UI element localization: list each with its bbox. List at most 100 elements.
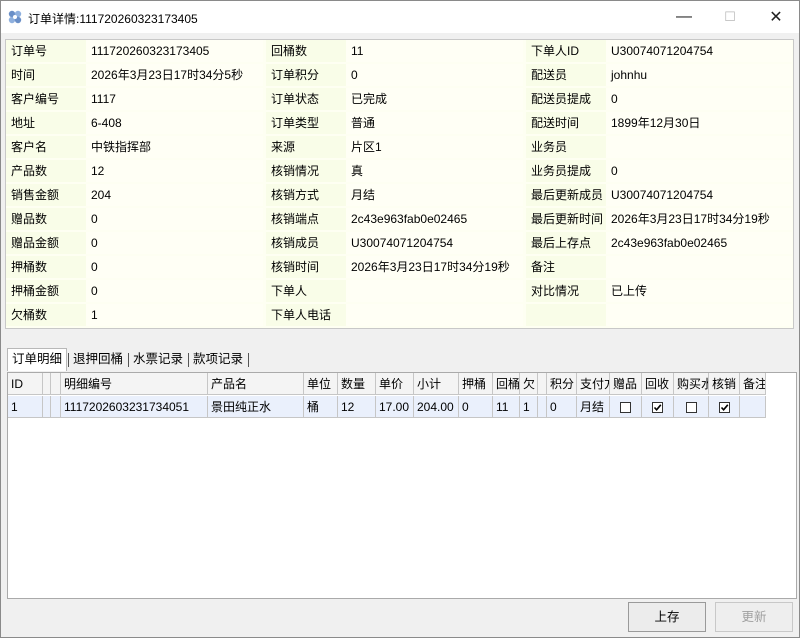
info-row: 赠品金额 0 核销成员 U30074071204754 最后上存点 2c43e963fab… bbox=[6, 232, 793, 254]
grid-column-header[interactable]: 单位 bbox=[304, 373, 338, 395]
grid-column-header[interactable] bbox=[51, 373, 61, 395]
info-row: 客户编号 1117 订单状态 已完成 配送员提成 0 bbox=[6, 88, 793, 110]
info-label: 赠品金额 bbox=[6, 232, 86, 254]
info-value: 2026年3月23日17时34分19秒 bbox=[606, 208, 792, 230]
grid-cell[interactable]: 月结 bbox=[577, 396, 610, 418]
grid-column-header[interactable] bbox=[43, 373, 51, 395]
grid-cell[interactable] bbox=[709, 396, 740, 418]
grid-cell[interactable]: 0 bbox=[547, 396, 577, 418]
grid-column-header[interactable] bbox=[538, 373, 547, 395]
grid-cell[interactable] bbox=[610, 396, 642, 418]
info-label: 核销成员 bbox=[266, 232, 346, 254]
grid-column-header[interactable]: ID bbox=[8, 373, 43, 395]
grid-column-header[interactable]: 回收 bbox=[642, 373, 674, 395]
info-value: 0 bbox=[606, 160, 792, 182]
info-label: 订单号 bbox=[6, 40, 86, 62]
maximize-button[interactable]: ☐ bbox=[707, 1, 753, 33]
info-label bbox=[526, 304, 606, 326]
grid-cell[interactable]: 景田纯正水 bbox=[208, 396, 304, 418]
info-label: 客户名 bbox=[6, 136, 86, 158]
info-label: 最后上存点 bbox=[526, 232, 606, 254]
grid-cell[interactable] bbox=[51, 396, 61, 418]
info-value: 中铁指挥部 bbox=[86, 136, 263, 158]
info-label: 押桶金额 bbox=[6, 280, 86, 302]
grid-cell[interactable] bbox=[740, 396, 766, 418]
grid-column-header[interactable]: 回桶 bbox=[493, 373, 520, 395]
info-value: 0 bbox=[86, 280, 263, 302]
tab-payment-record[interactable]: 款项记录 bbox=[189, 349, 247, 370]
grid-cell[interactable] bbox=[43, 396, 51, 418]
info-label: 客户编号 bbox=[6, 88, 86, 110]
info-row: 产品数 12 核销情况真业务员提成 0 bbox=[6, 160, 793, 182]
info-value: 12 bbox=[86, 160, 263, 182]
close-button[interactable]: ✕ bbox=[753, 1, 799, 33]
grid-cell[interactable]: 桶 bbox=[304, 396, 338, 418]
info-label: 业务员提成 bbox=[526, 160, 606, 182]
info-value: 已完成 bbox=[346, 88, 523, 110]
info-row: 时间 2026年3月23日17时34分5秒 订单积分 0 配送员 johnhu bbox=[6, 64, 793, 86]
grid-column-header[interactable]: 支付方 bbox=[577, 373, 610, 395]
buy-water-checkbox[interactable] bbox=[685, 402, 697, 414]
grid-cell[interactable]: 1 bbox=[8, 396, 43, 418]
grid-column-header[interactable]: 核销 bbox=[709, 373, 740, 395]
info-value: 1899年12月30日 bbox=[606, 112, 792, 134]
grid-cell[interactable]: 12 bbox=[338, 396, 376, 418]
grid-cell[interactable]: 1117202603231734051 bbox=[61, 396, 208, 418]
app-icon bbox=[7, 9, 23, 25]
grid-column-header[interactable]: 单价 bbox=[376, 373, 414, 395]
grid-cell[interactable] bbox=[642, 396, 674, 418]
grid-column-header[interactable]: 数量 bbox=[338, 373, 376, 395]
info-value bbox=[346, 280, 523, 302]
tab-deposit-return[interactable]: 退押回桶 bbox=[69, 349, 127, 370]
tab-order-detail[interactable]: 订单明细 bbox=[7, 348, 68, 371]
info-value: 1117 bbox=[86, 88, 263, 110]
recycle-checkbox[interactable] bbox=[652, 402, 663, 414]
grid-cell[interactable] bbox=[674, 396, 709, 418]
gift-checkbox[interactable] bbox=[620, 402, 631, 414]
info-label: 下单人电话 bbox=[266, 304, 346, 326]
verified-checkbox[interactable] bbox=[718, 402, 730, 414]
grid-column-header[interactable]: 积分 bbox=[547, 373, 577, 395]
update-button[interactable]: 更新 bbox=[715, 602, 793, 632]
upload-button[interactable]: 上存 bbox=[628, 602, 706, 632]
grid-cell[interactable]: 11 bbox=[493, 396, 520, 418]
info-label: 回桶数 bbox=[266, 40, 346, 62]
minimize-button[interactable]: — bbox=[661, 1, 707, 33]
grid-column-header[interactable]: 备注 bbox=[740, 373, 766, 395]
tab-separator bbox=[248, 353, 249, 367]
info-value: 0 bbox=[86, 208, 263, 230]
info-label: 押桶数 bbox=[6, 256, 86, 278]
grid-cell[interactable] bbox=[538, 396, 547, 418]
info-value: 2026年3月23日17时34分5秒 bbox=[86, 64, 263, 86]
grid-cell[interactable]: 204.00 bbox=[414, 396, 459, 418]
grid-column-header[interactable]: 赠品 bbox=[610, 373, 642, 395]
info-value: 6-408 bbox=[86, 112, 263, 134]
info-value: 204 bbox=[86, 184, 263, 206]
grid-cell[interactable]: 0 bbox=[459, 396, 493, 418]
order-detail-grid[interactable]: ID 明细编号产品名单位数量单价小计押桶回桶欠积分支付方赠品回收购买水核销备注 1… bbox=[7, 372, 797, 599]
info-row: 押桶金额 0 下单人 对比情况 已上传 bbox=[6, 280, 793, 302]
info-label: 下单人 bbox=[266, 280, 346, 302]
info-label: 核销时间 bbox=[266, 256, 346, 278]
window-title: 订单详情:111720260323173405 bbox=[28, 12, 198, 26]
grid-column-header[interactable]: 押桶 bbox=[459, 373, 493, 395]
info-value bbox=[606, 136, 792, 158]
info-label: 产品数 bbox=[6, 160, 86, 182]
grid-column-header[interactable]: 欠 bbox=[520, 373, 538, 395]
info-label: 对比情况 bbox=[526, 280, 606, 302]
grid-column-header[interactable]: 购买水 bbox=[674, 373, 709, 395]
info-label: 赠品数 bbox=[6, 208, 86, 230]
info-label: 订单类型 bbox=[266, 112, 346, 134]
grid-column-header[interactable]: 明细编号 bbox=[61, 373, 208, 395]
grid-cell[interactable]: 1 bbox=[520, 396, 538, 418]
info-label: 最后更新时间 bbox=[526, 208, 606, 230]
grid-column-header[interactable]: 产品名 bbox=[208, 373, 304, 395]
info-label: 核销情况 bbox=[266, 160, 346, 182]
info-label: 配送员提成 bbox=[526, 88, 606, 110]
grid-cell[interactable]: 17.00 bbox=[376, 396, 414, 418]
info-value: johnhu bbox=[606, 64, 792, 86]
grid-column-header[interactable]: 小计 bbox=[414, 373, 459, 395]
info-row: 地址 6-408 订单类型 普通 配送时间 1899年12月30日 bbox=[6, 112, 793, 134]
info-value bbox=[606, 256, 792, 278]
tab-water-ticket[interactable]: 水票记录 bbox=[129, 349, 187, 370]
